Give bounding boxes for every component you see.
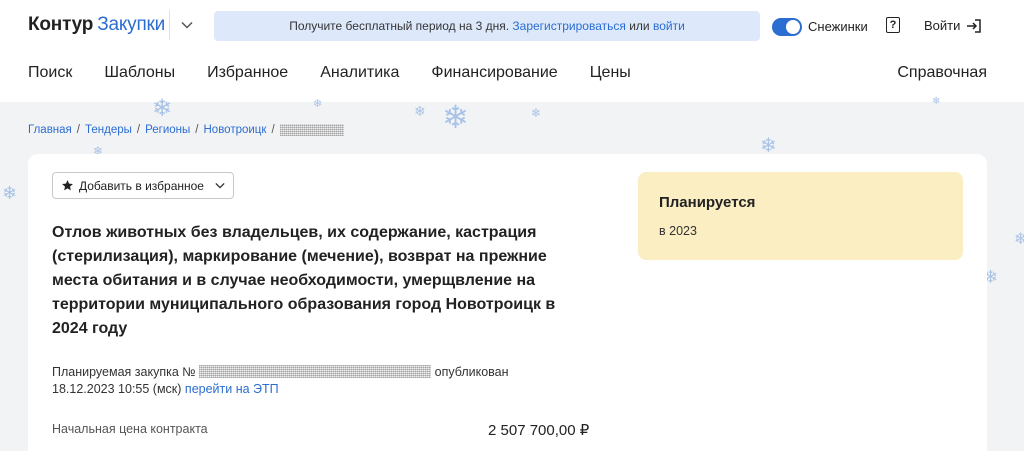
nav-item-financing[interactable]: Финансирование	[431, 64, 557, 82]
nav-item-search[interactable]: Поиск	[28, 64, 72, 82]
nav-item-analytics[interactable]: Аналитика	[320, 64, 399, 82]
divider	[169, 10, 170, 40]
breadcrumb-separator: /	[271, 124, 275, 136]
breadcrumb-regions[interactable]: Регионы	[145, 124, 190, 136]
tender-title: Отлов животных без владельцев, их содерж…	[52, 224, 556, 337]
snowflake-icon: ❄	[1014, 231, 1024, 248]
login-arrow-icon	[967, 18, 982, 33]
snowflakes-toggle-label: Снежинки	[808, 19, 868, 34]
nav-item-reference[interactable]: Справочная	[897, 64, 987, 82]
snowflakes-toggle[interactable]	[772, 18, 802, 36]
logo[interactable]: Контур Закупки	[28, 14, 165, 36]
product-menu-button[interactable]	[178, 14, 196, 36]
question-icon: ?	[889, 18, 897, 31]
add-to-favorites-button[interactable]: Добавить в избранное	[52, 172, 234, 199]
breadcrumb-tenders[interactable]: Тендеры	[85, 124, 132, 136]
tender-card: Добавить в избранное Отлов животных без …	[28, 154, 987, 451]
redacted-breadcrumb	[279, 124, 344, 136]
breadcrumb-city[interactable]: Новотроицк	[204, 124, 267, 136]
snowflake-icon: ❄	[152, 95, 173, 122]
breadcrumb-separator: /	[195, 124, 199, 136]
status-title: Планируется	[659, 194, 756, 211]
snowflake-icon: ❄	[760, 135, 777, 157]
add-to-favorites-label: Добавить в избранное	[79, 178, 204, 193]
redacted-number	[199, 365, 432, 378]
banner-or: или	[629, 19, 650, 33]
star-icon	[62, 180, 73, 191]
etp-link[interactable]: перейти на ЭТП	[185, 382, 279, 396]
snowflake-icon: ❄	[932, 96, 941, 107]
breadcrumb-separator: /	[136, 124, 141, 136]
banner-text: Получите бесплатный период на 3 дня.	[289, 19, 510, 33]
snowflake-icon: ❄	[2, 183, 18, 203]
snowflake-icon: ❄	[313, 98, 323, 110]
login-button[interactable]: Войти	[924, 18, 982, 33]
main-nav: Поиск Шаблоны Избранное Аналитика Финанс…	[28, 64, 631, 82]
logo-part2: Закупки	[97, 14, 166, 35]
chevron-down-icon	[215, 182, 225, 189]
status-year: в 2023	[659, 224, 697, 238]
meta-published: опубликован	[434, 365, 509, 379]
meta-prefix: Планируемая закупка №	[52, 365, 196, 379]
tender-meta: Планируемая закупка № опубликован 18.12.…	[52, 364, 572, 398]
promo-banner: Получите бесплатный период на 3 дня. Зар…	[214, 11, 760, 41]
price-value: 2 507 700,00 ₽	[488, 422, 590, 439]
register-link[interactable]: Зарегистрироваться	[512, 19, 625, 33]
meta-datetime: 18.12.2023 10:55 (мск)	[52, 382, 182, 396]
price-label: Начальная цена контракта	[52, 422, 208, 436]
breadcrumb-separator: /	[76, 124, 80, 136]
banner-login-link[interactable]: войти	[653, 19, 685, 33]
breadcrumb: Главная / Тендеры / Регионы / Новотроицк /	[28, 124, 344, 136]
snowflake-icon: ❄	[442, 99, 469, 135]
status-panel: Планируется в 2023	[638, 172, 963, 260]
help-button[interactable]: ?	[886, 17, 900, 33]
nav-item-favorites[interactable]: Избранное	[207, 64, 288, 82]
breadcrumb-home[interactable]: Главная	[28, 124, 72, 136]
nav-item-templates[interactable]: Шаблоны	[104, 64, 175, 82]
header: Контур Закупки Получите бесплатный период…	[0, 0, 1024, 102]
snowflake-icon: ❄	[414, 103, 426, 119]
login-label: Войти	[924, 18, 961, 33]
toggle-knob	[786, 20, 800, 34]
nav-item-prices[interactable]: Цены	[590, 64, 631, 82]
snowflake-icon: ❄	[531, 106, 542, 120]
logo-part1: Контур	[28, 14, 94, 35]
chevron-down-icon	[181, 21, 193, 29]
